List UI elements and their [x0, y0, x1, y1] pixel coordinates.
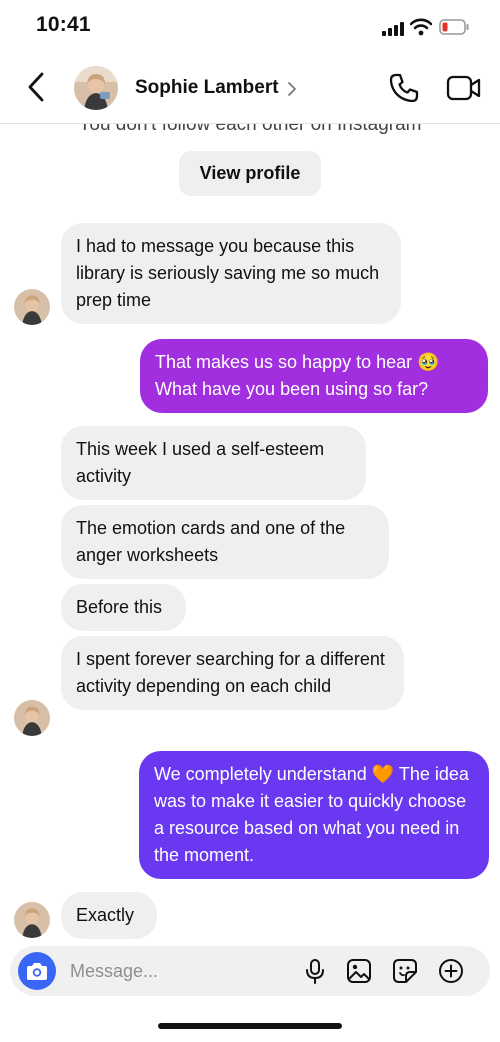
wifi-icon: [410, 18, 432, 36]
back-icon[interactable]: [24, 70, 50, 104]
avatar[interactable]: [14, 902, 50, 938]
microphone-icon[interactable]: [302, 958, 328, 984]
message-text: Before this: [76, 597, 163, 617]
status-time: 10:41: [36, 13, 91, 36]
message-text: The emotion cards and one of the anger w…: [76, 518, 346, 565]
video-icon[interactable]: [446, 74, 482, 102]
message-text: We completely understand 🧡 The idea was …: [154, 764, 469, 865]
plus-icon[interactable]: [438, 958, 464, 984]
follow-note: You don't follow each other on Instagram: [78, 124, 422, 135]
message-incoming[interactable]: Exactly: [61, 892, 157, 939]
phone-icon[interactable]: [388, 72, 420, 104]
message-text: Exactly: [76, 905, 135, 925]
message-text: I spent forever searching for a differen…: [76, 649, 385, 696]
message-text: I had to message you because this librar…: [76, 236, 380, 310]
message-composer: [10, 946, 490, 996]
message-incoming[interactable]: I had to message you because this librar…: [61, 223, 401, 324]
message-incoming[interactable]: The emotion cards and one of the anger w…: [61, 505, 389, 579]
message-text: This week I used a self-esteem activity: [76, 439, 325, 486]
message-thread[interactable]: You don't follow each other on Instagram…: [0, 124, 500, 942]
sticker-icon[interactable]: [392, 958, 418, 984]
message-outgoing[interactable]: That makes us so happy to hear 🥹 What ha…: [140, 339, 488, 413]
gallery-icon[interactable]: [346, 958, 372, 984]
avatar[interactable]: [74, 66, 118, 110]
message-incoming[interactable]: Before this: [61, 584, 186, 631]
chevron-right-icon[interactable]: [286, 80, 298, 98]
contact-name[interactable]: Sophie Lambert: [135, 77, 279, 99]
avatar[interactable]: [14, 700, 50, 736]
home-indicator[interactable]: [158, 1023, 342, 1029]
avatar[interactable]: [14, 289, 50, 325]
message-incoming[interactable]: I spent forever searching for a differen…: [61, 636, 404, 710]
chat-header: Sophie Lambert: [0, 52, 500, 124]
camera-icon: [27, 963, 47, 980]
camera-button[interactable]: [18, 952, 56, 990]
view-profile-button[interactable]: View profile: [179, 151, 321, 196]
battery-icon: [439, 19, 469, 35]
message-outgoing[interactable]: We completely understand 🧡 The idea was …: [139, 751, 489, 879]
message-text: That makes us so happy to hear 🥹 What ha…: [155, 352, 440, 399]
status-bar: 10:41: [0, 0, 500, 52]
message-input[interactable]: [70, 956, 290, 986]
signal-icon: [382, 22, 404, 36]
message-incoming[interactable]: This week I used a self-esteem activity: [61, 426, 366, 500]
